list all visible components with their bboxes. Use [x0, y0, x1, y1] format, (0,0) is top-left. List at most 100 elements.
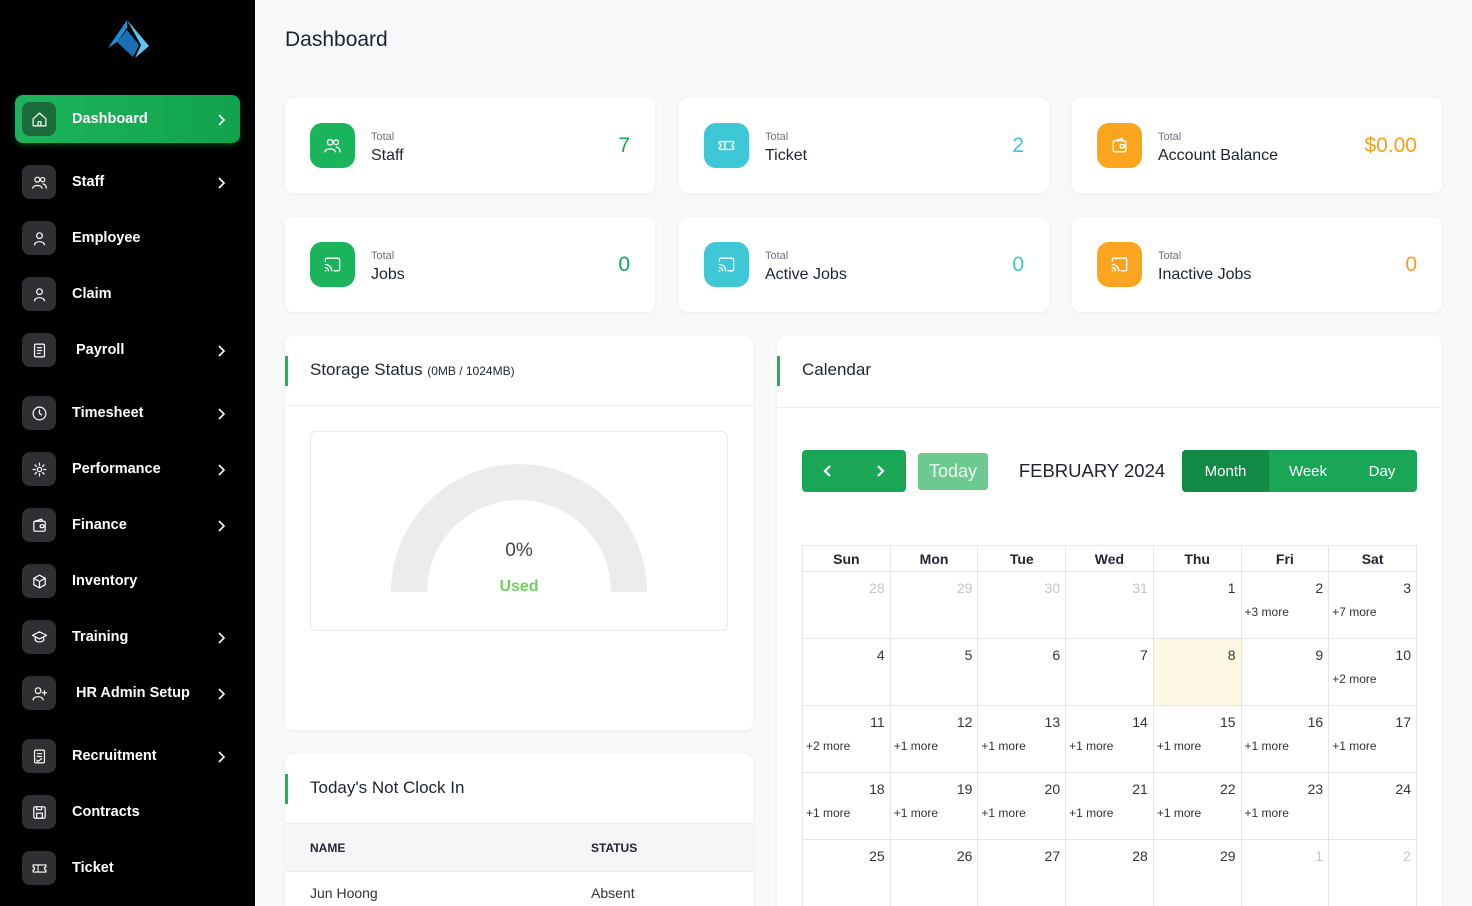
calendar-day-cell[interactable]: 15 +1 more [1152, 705, 1242, 773]
more-events-link[interactable]: +2 more [806, 739, 850, 753]
calendar-day-number[interactable]: 17 [1395, 714, 1411, 730]
calendar-day-number[interactable]: 11 [870, 714, 885, 730]
calendar-day-cell[interactable]: 12 +1 more [889, 705, 979, 773]
calendar-day-number[interactable]: 19 [957, 781, 973, 797]
sidebar-item-inventory[interactable]: Inventory [15, 557, 240, 605]
sidebar-item-ticket[interactable]: Ticket [15, 844, 240, 892]
more-events-link[interactable]: +3 more [1245, 605, 1289, 619]
more-events-link[interactable]: +1 more [981, 739, 1025, 753]
calendar-day-number[interactable]: 28 [869, 580, 885, 596]
sidebar-item-claim[interactable]: Claim [15, 270, 240, 318]
more-events-link[interactable]: +1 more [1157, 806, 1201, 820]
calendar-day-number[interactable]: 6 [1052, 647, 1060, 663]
sidebar-item-hr-admin-setup[interactable]: HR Admin Setup [15, 669, 240, 717]
calendar-day-number[interactable]: 22 [1220, 781, 1236, 797]
calendar-day-cell[interactable]: 3 +7 more [1328, 571, 1417, 639]
calendar-day-number[interactable]: 8 [1228, 647, 1236, 663]
calendar-day-number[interactable]: 3 [1403, 580, 1411, 596]
calendar-day-number[interactable]: 21 [1132, 781, 1148, 797]
calendar-day-cell[interactable]: 2 [1328, 839, 1417, 906]
calendar-day-cell[interactable]: 22 +1 more [1152, 772, 1242, 840]
calendar-day-number[interactable]: 16 [1308, 714, 1324, 730]
calendar-day-cell[interactable]: 13 +1 more [977, 705, 1067, 773]
more-events-link[interactable]: +1 more [894, 739, 938, 753]
calendar-day-number[interactable]: 20 [1045, 781, 1061, 797]
calendar-day-cell[interactable]: 16 +1 more [1240, 705, 1330, 773]
stat-card-staff[interactable]: Total Staff 7 [285, 98, 655, 193]
more-events-link[interactable]: +1 more [806, 806, 850, 820]
calendar-day-cell[interactable]: 27 [977, 839, 1067, 906]
calendar-day-cell[interactable]: 24 [1328, 772, 1417, 840]
sidebar-item-contracts[interactable]: Contracts [15, 788, 240, 836]
more-events-link[interactable]: +2 more [1332, 672, 1376, 686]
calendar-day-cell[interactable]: 7 [1065, 638, 1154, 706]
calendar-day-number[interactable]: 28 [1132, 848, 1148, 864]
more-events-link[interactable]: +7 more [1332, 605, 1376, 619]
calendar-day-cell[interactable]: 11 +2 more [802, 705, 891, 773]
calendar-day-cell[interactable]: 30 [977, 571, 1067, 639]
more-events-link[interactable]: +1 more [894, 806, 938, 820]
more-events-link[interactable]: +1 more [1245, 739, 1289, 753]
calendar-day-cell[interactable]: 28 [802, 571, 891, 639]
calendar-day-number[interactable]: 30 [1045, 580, 1061, 596]
calendar-day-number[interactable]: 1 [1315, 848, 1323, 864]
calendar-day-number[interactable]: 24 [1395, 781, 1411, 797]
calendar-day-number[interactable]: 25 [869, 848, 885, 864]
sidebar-item-employee[interactable]: Employee [15, 214, 240, 262]
sidebar-item-timesheet[interactable]: Timesheet [15, 389, 240, 437]
sidebar-item-staff[interactable]: Staff [15, 158, 240, 206]
calendar-day-number[interactable]: 4 [877, 647, 885, 663]
calendar-day-cell[interactable]: 31 [1065, 571, 1154, 639]
view-week-button[interactable]: Week [1269, 450, 1347, 492]
calendar-day-number[interactable]: 5 [965, 647, 973, 663]
calendar-day-cell[interactable]: 5 [889, 638, 979, 706]
calendar-day-number[interactable]: 9 [1315, 647, 1323, 663]
calendar-day-number[interactable]: 14 [1132, 714, 1148, 730]
sidebar-item-training[interactable]: Training [15, 613, 240, 661]
calendar-day-number[interactable]: 29 [957, 580, 973, 596]
calendar-day-cell[interactable]: 28 [1065, 839, 1154, 906]
calendar-day-cell[interactable]: 1 [1240, 839, 1330, 906]
calendar-day-cell[interactable]: 25 [802, 839, 891, 906]
stat-card-account-balance[interactable]: Total Account Balance $0.00 [1072, 98, 1442, 193]
view-month-button[interactable]: Month [1182, 450, 1269, 492]
calendar-day-number[interactable]: 2 [1315, 580, 1323, 596]
more-events-link[interactable]: +1 more [1069, 806, 1113, 820]
prev-month-button[interactable] [802, 450, 854, 492]
more-events-link[interactable]: +1 more [1245, 806, 1289, 820]
calendar-day-number[interactable]: 1 [1228, 580, 1236, 596]
calendar-day-cell[interactable]: 14 +1 more [1065, 705, 1154, 773]
more-events-link[interactable]: +1 more [1157, 739, 1201, 753]
sidebar-item-performance[interactable]: Performance [15, 445, 240, 493]
calendar-day-number[interactable]: 12 [957, 714, 973, 730]
calendar-day-cell[interactable]: 18 +1 more [802, 772, 891, 840]
calendar-day-number[interactable]: 15 [1220, 714, 1236, 730]
calendar-day-number[interactable]: 31 [1132, 580, 1148, 596]
calendar-day-cell[interactable]: 21 +1 more [1065, 772, 1154, 840]
calendar-day-cell[interactable]: 17 +1 more [1328, 705, 1417, 773]
sidebar-item-dashboard[interactable]: Dashboard [15, 95, 240, 143]
calendar-day-cell[interactable]: 8 [1152, 638, 1242, 706]
calendar-day-number[interactable]: 27 [1045, 848, 1061, 864]
calendar-day-number[interactable]: 10 [1395, 647, 1411, 663]
today-button[interactable]: Today [918, 453, 988, 490]
calendar-day-cell[interactable]: 2 +3 more [1240, 571, 1330, 639]
calendar-day-number[interactable]: 2 [1403, 848, 1411, 864]
calendar-day-cell[interactable]: 10 +2 more [1328, 638, 1417, 706]
stat-card-ticket[interactable]: Total Ticket 2 [679, 98, 1049, 193]
sidebar-item-finance[interactable]: Finance [15, 501, 240, 549]
calendar-day-number[interactable]: 23 [1308, 781, 1324, 797]
calendar-day-number[interactable]: 29 [1220, 848, 1236, 864]
calendar-day-cell[interactable]: 23 +1 more [1240, 772, 1330, 840]
calendar-day-cell[interactable]: 4 [802, 638, 891, 706]
calendar-day-number[interactable]: 26 [957, 848, 973, 864]
calendar-day-cell[interactable]: 9 [1240, 638, 1330, 706]
calendar-day-number[interactable]: 7 [1140, 647, 1148, 663]
calendar-day-number[interactable]: 13 [1045, 714, 1061, 730]
calendar-day-cell[interactable]: 29 [1152, 839, 1242, 906]
calendar-day-cell[interactable]: 26 [889, 839, 979, 906]
calendar-day-cell[interactable]: 19 +1 more [889, 772, 979, 840]
next-month-button[interactable] [854, 450, 906, 492]
calendar-day-cell[interactable]: 29 [889, 571, 979, 639]
stat-card-active-jobs[interactable]: Total Active Jobs 0 [679, 217, 1049, 312]
